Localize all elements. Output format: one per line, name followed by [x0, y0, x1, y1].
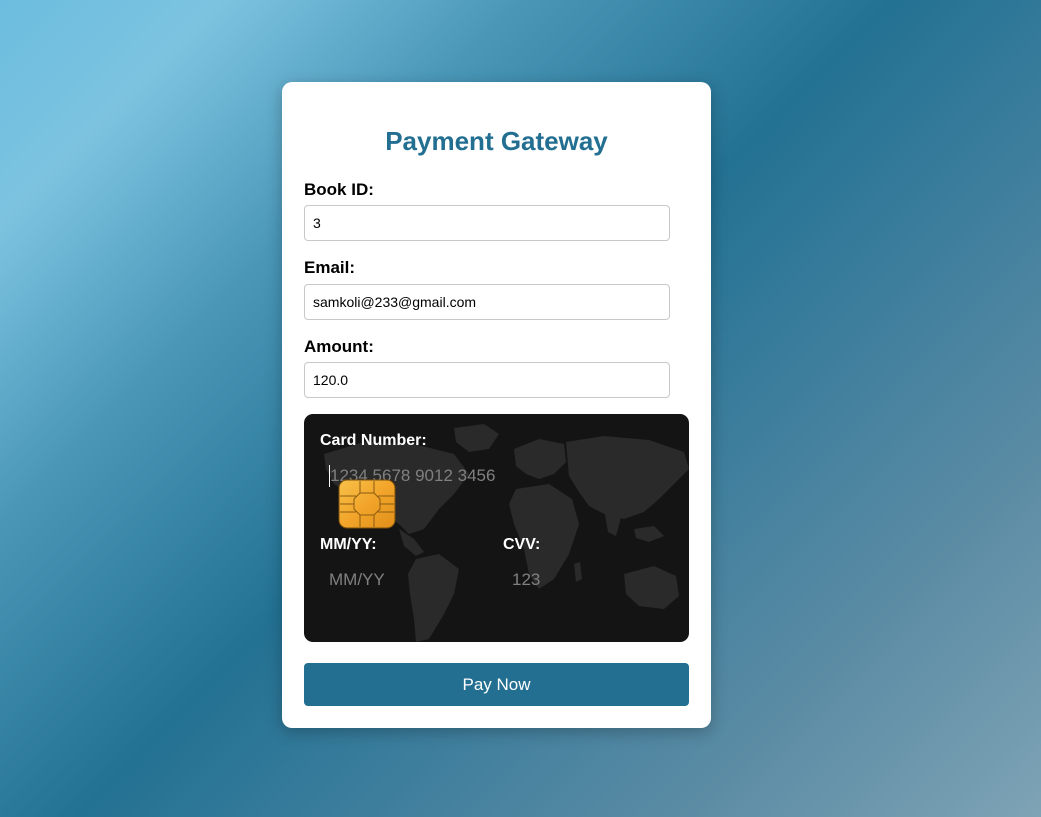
page-title: Payment Gateway: [385, 126, 608, 156]
email-label: Email:: [304, 258, 356, 277]
cvv-input[interactable]: [512, 569, 612, 591]
pay-now-button[interactable]: Pay Now: [304, 663, 689, 706]
book-id-label: Book ID:: [304, 180, 374, 199]
payment-panel: Payment Gateway Book ID: Email: Amount:: [282, 82, 711, 728]
expiry-label: MM/YY:: [320, 536, 377, 553]
card-number-label: Card Number:: [320, 432, 427, 449]
cvv-label: CVV:: [503, 536, 541, 553]
email-input[interactable]: [304, 284, 670, 320]
amount-input[interactable]: [304, 362, 670, 398]
amount-label: Amount:: [304, 337, 374, 356]
book-id-input[interactable]: [304, 205, 670, 241]
credit-card: Card Number: MM/YY: CVV:: [304, 414, 689, 642]
card-chip-icon: [338, 479, 396, 529]
expiry-input[interactable]: [329, 569, 469, 591]
